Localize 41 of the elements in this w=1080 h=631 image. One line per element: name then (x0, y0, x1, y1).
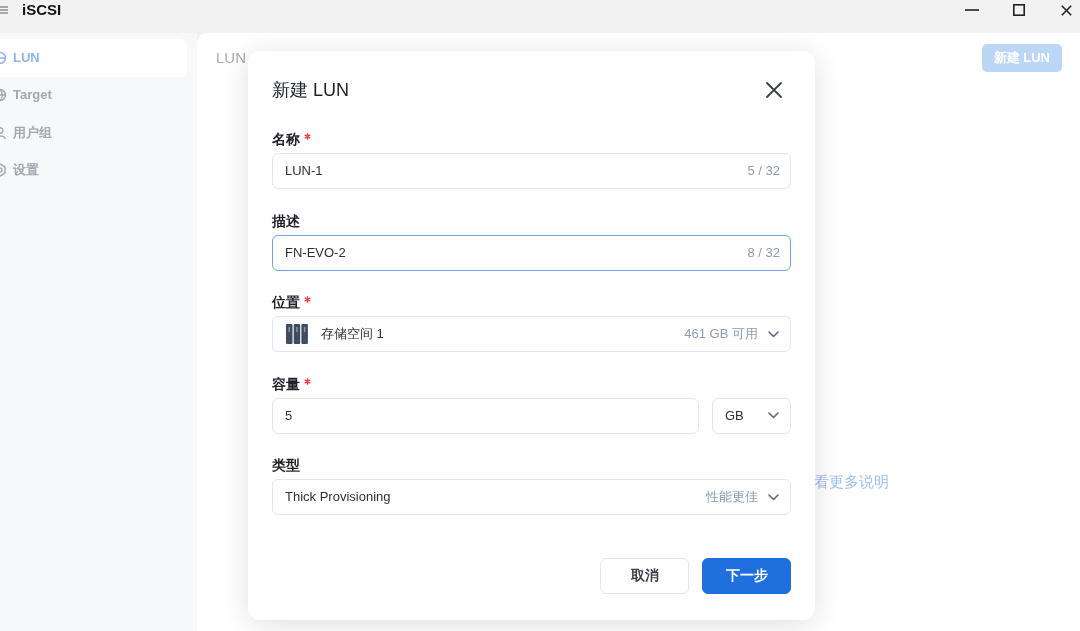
free-space-hint: 461 GB 可用 (684, 325, 758, 343)
chevron-down-icon (768, 493, 779, 501)
field-label: 容量 (272, 374, 300, 394)
dialog-title: 新建 LUN (272, 79, 349, 102)
minimize-icon (965, 9, 979, 11)
drive-bays-icon (286, 323, 308, 345)
sidebar-label: 用户组 (13, 124, 52, 141)
char-counter: 8 / 32 (747, 243, 780, 262)
storage-select[interactable]: 存储空间 1 461 GB 可用 (272, 316, 791, 352)
type-select[interactable]: Thick Provisioning 性能更佳 (272, 479, 791, 515)
sidebar-label: 设置 (13, 162, 39, 179)
maximize-icon (1013, 4, 1025, 16)
input-value: 5 (285, 406, 293, 425)
settings-icon (0, 163, 7, 178)
input-value: FN-EVO-2 (285, 243, 346, 262)
sidebar-label: Target (13, 87, 52, 104)
option-hint: 性能更佳 (706, 488, 758, 506)
window-title: iSCSI (22, 1, 62, 19)
size-input[interactable]: 5 (272, 397, 699, 434)
field-label: 描述 (272, 211, 300, 231)
char-counter: 5 / 32 (747, 162, 780, 180)
close-icon (766, 82, 782, 98)
globe-icon (0, 88, 7, 103)
chevron-down-icon (768, 412, 779, 419)
select-value: 存储空间 1 (321, 325, 384, 343)
field-label: 名称 (272, 130, 300, 149)
select-value: Thick Provisioning (285, 488, 391, 506)
sidebar-label: LUN (13, 49, 40, 66)
field-label: 类型 (272, 456, 300, 475)
page-heading: LUN (216, 48, 246, 68)
field-label: 位置 (272, 293, 300, 312)
user-icon (0, 125, 7, 140)
chevron-down-icon (768, 330, 779, 338)
select-value: GB (725, 406, 744, 425)
close-icon (1060, 4, 1072, 16)
cancel-button[interactable]: 取消 (600, 558, 689, 594)
input-value: LUN-1 (285, 162, 323, 180)
unit-select[interactable]: GB (712, 397, 791, 434)
text-input[interactable]: LUN-1 5 / 32 (272, 153, 791, 189)
text-input[interactable]: FN-EVO-2 8 / 32 (272, 234, 791, 271)
next-button[interactable]: 下一步 (702, 558, 791, 594)
